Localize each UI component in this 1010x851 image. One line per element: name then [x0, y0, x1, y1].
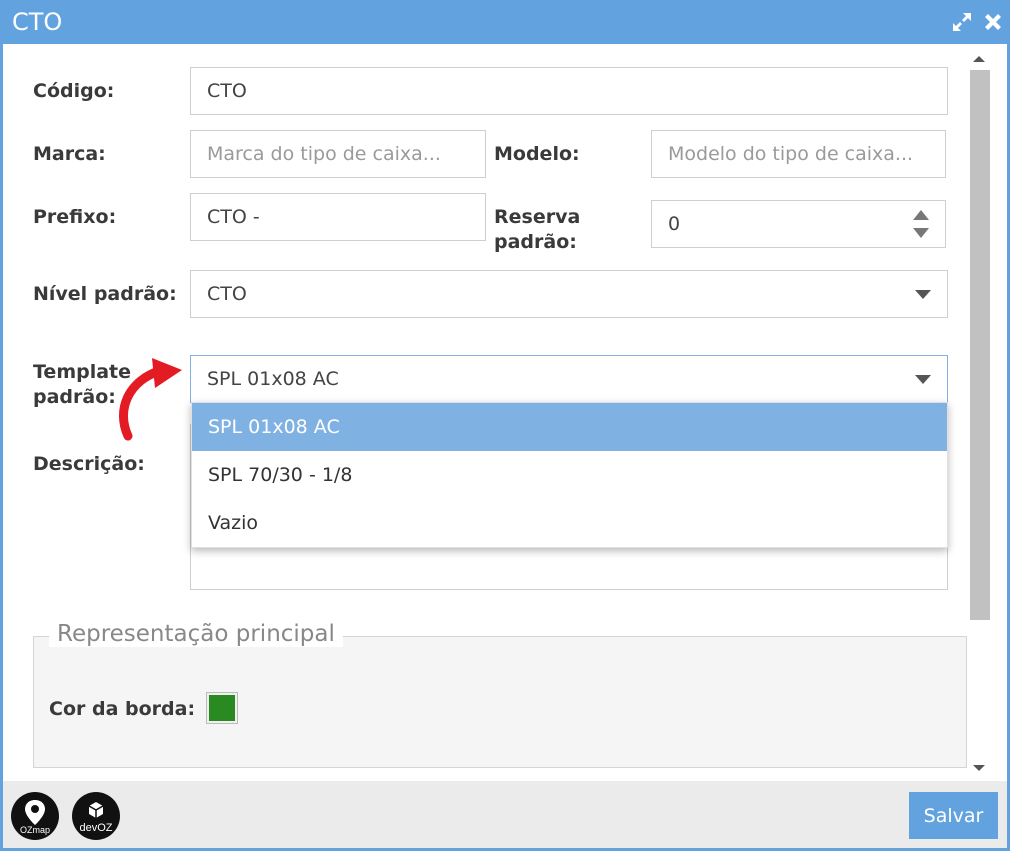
save-button[interactable]: Salvar — [909, 792, 998, 839]
codigo-input[interactable]: CTO — [190, 67, 948, 115]
modelo-placeholder: Modelo do tipo de caixa... — [668, 143, 914, 165]
representacao-fieldset: Representação principal Cor da borda: — [33, 621, 967, 768]
reserva-label-line1: Reserva — [494, 206, 581, 228]
prefixo-input[interactable]: CTO - — [190, 193, 486, 241]
modelo-label: Modelo: — [494, 143, 580, 165]
spin-up-icon[interactable] — [913, 210, 929, 220]
scroll-down-icon[interactable] — [973, 765, 985, 771]
chevron-down-icon — [915, 290, 931, 299]
close-icon[interactable] — [981, 10, 1005, 34]
template-dropdown: SPL 01x08 AC SPL 70/30 - 1/8 Vazio — [191, 402, 948, 548]
devoz-logo-text: devOZ — [79, 822, 113, 834]
spinner-arrows-icon[interactable] — [913, 210, 929, 238]
representacao-legend: Representação principal — [49, 621, 343, 647]
ozmap-logo: OZmap — [11, 792, 59, 840]
reserva-label-line2: padrão: — [494, 231, 577, 253]
modelo-input[interactable]: Modelo do tipo de caixa... — [651, 130, 946, 178]
dropdown-option[interactable]: SPL 01x08 AC — [192, 403, 947, 451]
dialog-footer: OZmap devOZ Salvar — [3, 781, 1007, 848]
template-select[interactable]: SPL 01x08 AC — [190, 355, 948, 403]
scroll-thumb[interactable] — [970, 70, 990, 620]
nivel-label: Nível padrão: — [33, 283, 177, 305]
descricao-label: Descrição: — [33, 453, 145, 475]
codigo-label: Código: — [33, 80, 115, 102]
scroll-up-icon[interactable] — [973, 56, 985, 62]
chevron-down-icon — [915, 375, 931, 384]
title-bar: CTO — [3, 0, 1010, 44]
cor-borda-label: Cor da borda: — [49, 698, 196, 720]
marca-label: Marca: — [33, 143, 106, 165]
reserva-label: Reserva padrão: — [494, 205, 580, 255]
dropdown-option[interactable]: SPL 70/30 - 1/8 — [192, 451, 947, 499]
nivel-select[interactable]: CTO — [190, 270, 948, 318]
cor-borda-swatch[interactable] — [206, 692, 238, 724]
dialog-title: CTO — [12, 8, 63, 36]
prefixo-value: CTO - — [207, 206, 260, 228]
marca-input[interactable]: Marca do tipo de caixa... — [190, 130, 486, 178]
prefixo-label: Prefixo: — [33, 206, 117, 228]
ozmap-logo-text: OZmap — [19, 825, 50, 835]
devoz-logo: devOZ — [72, 792, 120, 840]
reserva-stepper[interactable]: 0 — [651, 200, 946, 248]
expand-arrows-icon[interactable] — [950, 10, 974, 34]
vertical-scrollbar[interactable] — [968, 44, 992, 781]
nivel-value: CTO — [207, 283, 247, 305]
reserva-value: 0 — [668, 213, 681, 235]
annotation-arrow-icon — [119, 358, 182, 441]
dropdown-option[interactable]: Vazio — [192, 499, 947, 547]
marca-placeholder: Marca do tipo de caixa... — [207, 143, 441, 165]
template-value: SPL 01x08 AC — [207, 368, 339, 390]
spin-down-icon[interactable] — [913, 228, 929, 238]
codigo-value: CTO — [207, 80, 247, 102]
